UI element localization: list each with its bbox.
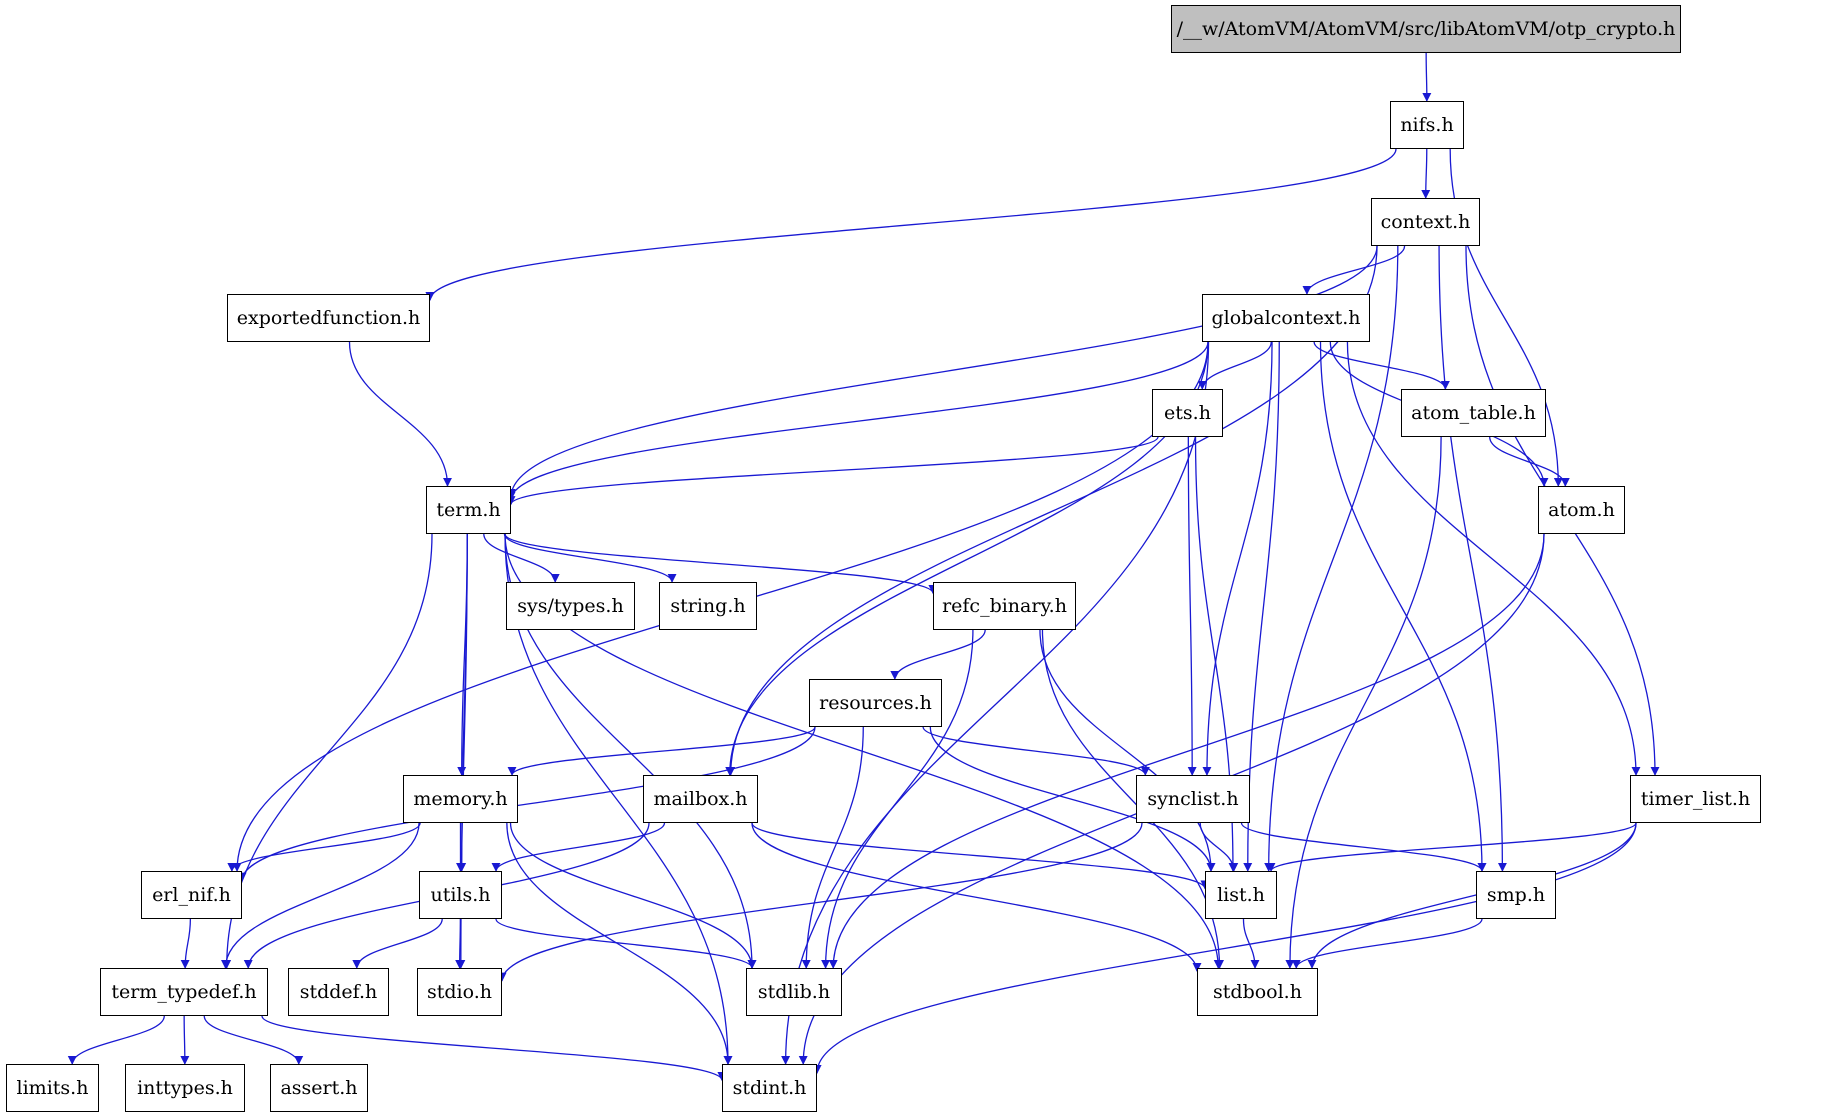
- edge-refc_binary-to-list: [1039, 629, 1216, 872]
- node-stdbool-h: stdbool.h: [1197, 968, 1318, 1016]
- node-memory-h[interactable]: memory.h: [403, 775, 518, 823]
- node-timer-list-h[interactable]: timer_list.h: [1630, 775, 1761, 823]
- node-stddef-h: stddef.h: [288, 968, 389, 1016]
- edge-utils-to-stddef: [352, 918, 443, 969]
- edge-term-to-term_typedef: [222, 533, 433, 969]
- edge-timer_list-to-stdint: [812, 822, 1637, 1075]
- edge-timer_list-to-stdbool: [1307, 822, 1637, 969]
- edge-term_typedef-to-assert: [203, 1015, 304, 1065]
- edge-memory-to-erl_nif: [227, 822, 421, 872]
- node-stdint-h: stdint.h: [722, 1064, 817, 1112]
- node-stdio-h: stdio.h: [417, 968, 502, 1016]
- node-atom-table-h[interactable]: atom_table.h: [1401, 389, 1546, 437]
- node-term-h[interactable]: term.h: [426, 486, 511, 534]
- node-otp-crypto-h: /__w/AtomVM/AtomVM/src/libAtomVM/otp_cry…: [1171, 5, 1681, 53]
- edge-exportedfunction-to-term: [348, 341, 453, 487]
- edge-context-to-smp: [1438, 245, 1507, 872]
- edge-mailbox-to-stdbool: [751, 822, 1202, 972]
- edge-globalcontext-to-ets: [1197, 341, 1272, 390]
- node-synclist-h[interactable]: synclist.h: [1136, 775, 1250, 823]
- node-erl-nif-h[interactable]: erl_nif.h: [141, 871, 242, 919]
- node-sys-types-h: sys/types.h: [506, 582, 635, 630]
- edge-root-to-nifs: [1422, 52, 1432, 102]
- node-smp-h[interactable]: smp.h: [1476, 871, 1556, 919]
- edge-ets-to-term: [506, 436, 1159, 506]
- edge-smp-to-stdbool: [1291, 918, 1483, 969]
- node-nifs-h[interactable]: nifs.h: [1390, 101, 1464, 149]
- edge-atom_table-to-stdbool: [1285, 436, 1442, 969]
- node-refc-binary-h[interactable]: refc_binary.h: [933, 582, 1076, 630]
- edge-ets-to-synclist: [1187, 436, 1197, 776]
- edge-nifs-to-context: [1421, 148, 1431, 199]
- node-mailbox-h[interactable]: mailbox.h: [643, 775, 758, 823]
- edge-timer_list-to-list: [1266, 822, 1637, 872]
- node-atom-h[interactable]: atom.h: [1538, 486, 1625, 534]
- node-limits-h: limits.h: [6, 1064, 99, 1112]
- edge-atom_table-to-atom: [1489, 436, 1570, 487]
- edge-context-to-term: [506, 245, 1378, 499]
- node-globalcontext-h[interactable]: globalcontext.h: [1202, 294, 1370, 342]
- node-resources-h[interactable]: resources.h: [809, 679, 942, 727]
- edge-resources-to-memory: [507, 726, 816, 776]
- dependency-graph-edges: [67, 52, 1660, 1082]
- node-exportedfunction-h[interactable]: exportedfunction.h: [227, 294, 430, 342]
- edge-synclist-to-stdio: [497, 822, 1143, 982]
- edge-synclist-to-list: [1199, 822, 1239, 872]
- node-string-h: string.h: [659, 582, 757, 630]
- edge-globalcontext-to-list: [1243, 341, 1280, 872]
- edge-resources-to-synclist: [922, 726, 1150, 776]
- node-term-typedef-h[interactable]: term_typedef.h: [100, 968, 268, 1016]
- edge-term_typedef-to-limits: [67, 1015, 165, 1065]
- edge-term-to-sys_types: [483, 533, 560, 583]
- node-assert-h: assert.h: [270, 1064, 368, 1112]
- node-stdlib-h: stdlib.h: [746, 968, 842, 1016]
- edge-erl_nif-to-term_typedef: [180, 918, 192, 969]
- node-utils-h[interactable]: utils.h: [419, 871, 502, 919]
- edge-nifs-to-exportedfunction: [425, 148, 1397, 302]
- edge-context-to-globalcontext: [1302, 245, 1406, 295]
- node-ets-h[interactable]: ets.h: [1152, 389, 1223, 437]
- node-context-h[interactable]: context.h: [1371, 198, 1480, 246]
- edge-utils-to-stdio: [455, 918, 465, 969]
- edge-resources-to-stdlib: [801, 726, 864, 969]
- edge-term_typedef-to-inttypes: [180, 1015, 190, 1065]
- node-inttypes-h: inttypes.h: [125, 1064, 245, 1112]
- node-list-h[interactable]: list.h: [1205, 871, 1277, 919]
- edge-globalcontext-to-term: [506, 341, 1209, 501]
- edge-globalcontext-to-atom_table: [1313, 341, 1450, 390]
